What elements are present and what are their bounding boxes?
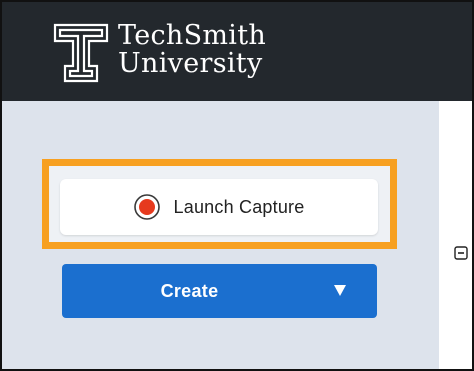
launch-capture-button[interactable]: Launch Capture [60,179,378,235]
logo-line-university: University [118,48,263,79]
create-button[interactable]: Create [62,264,377,318]
tsu-monogram-icon [53,23,109,83]
app-window: TechSmith University Launch Capture Crea… [0,0,474,371]
launch-capture-label: Launch Capture [173,196,305,217]
create-label: Create [160,280,219,301]
techsmith-university-logo[interactable]: TechSmith University [52,22,266,84]
collapse-minus-icon[interactable] [454,246,468,260]
sidebar: Launch Capture Create [2,101,439,369]
site-header: TechSmith University [2,2,472,101]
record-icon [133,194,160,220]
logo-text: TechSmith University [118,22,266,78]
caret-down-icon[interactable] [333,283,347,297]
logo-line-techsmith: TechSmith [118,20,267,51]
